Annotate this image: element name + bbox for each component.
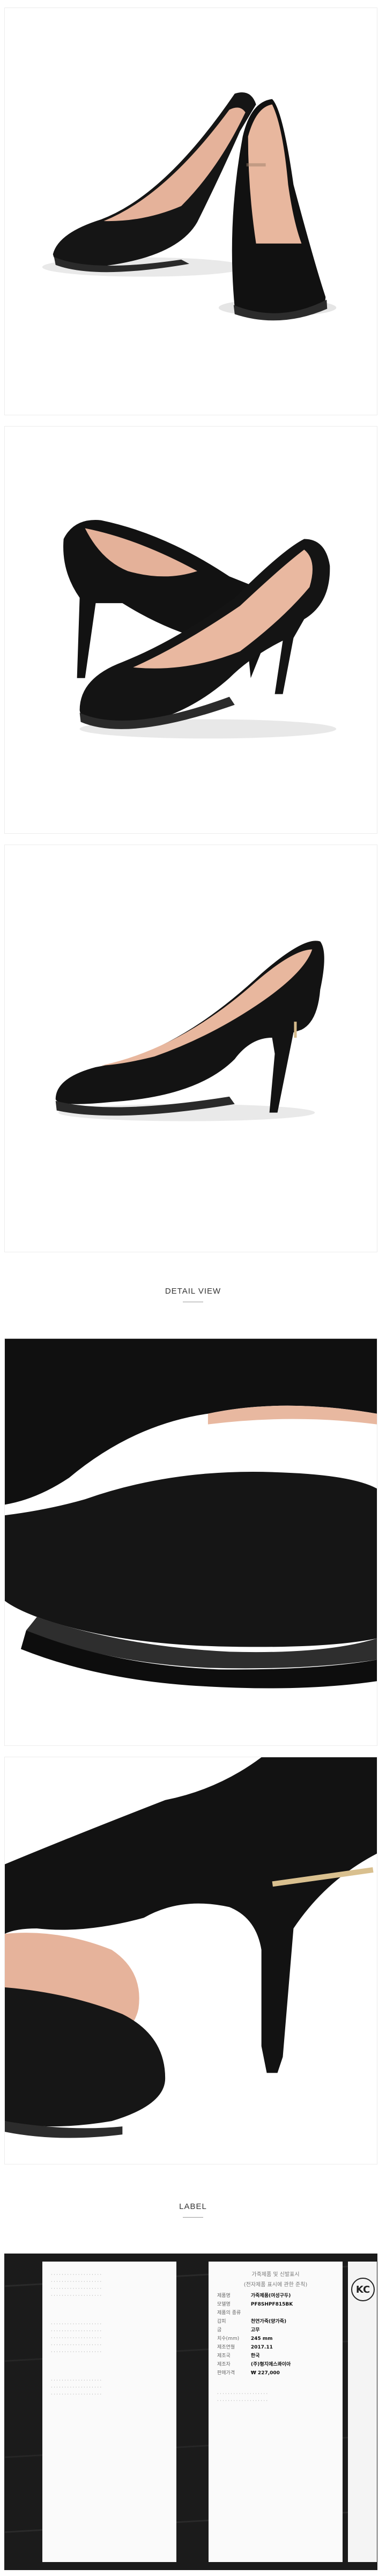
label-fineprint: · · · · · · · · · · · · · · · · · · · (51, 2392, 102, 2397)
label-row: 제품명 가죽제품(여성구두) (217, 2293, 291, 2299)
product-photo-side (4, 845, 377, 1252)
label-header-2: (전자제품 표시에 관한 준칙) (243, 2282, 308, 2288)
label-photo: · · · · · · · · · · · · · · · · · · · · … (4, 2254, 377, 2570)
label-card-left: · · · · · · · · · · · · · · · · · · · · … (42, 2262, 176, 2562)
product-photo-angle-pair (4, 426, 377, 834)
toe-closeup-image (5, 1339, 377, 1745)
label-fineprint: · · · · · · · · · · · · · · · · · · · (51, 2343, 102, 2347)
label-fineprint: · · · · · · · · · · · · · · · · · · · (217, 2398, 268, 2403)
label-fineprint: · · · · · · · · · · · · · · · · · · · (51, 2350, 102, 2354)
kc-certification-icon: KC (351, 2278, 375, 2301)
label-row: 제조자 (주)형지에스콰이아 (217, 2362, 291, 2367)
label-fineprint: · · · · · · · · · · · · · · · · · · · (217, 2391, 268, 2396)
label-heading-divider (183, 2217, 203, 2218)
label-fineprint: · · · · · · · · · · · · · · · · · · · (51, 2322, 102, 2327)
label-card-right: 가죽제품 및 신발표시 (전자제품 표시에 관한 준칙) 제품명 가죽제품(여성… (209, 2262, 343, 2562)
heel-closeup-image (5, 1757, 377, 2164)
label-fineprint: · · · · · · · · · · · · · · · · · · · (51, 2378, 102, 2383)
label-row: 판매가격 ₩ 227,000 (217, 2370, 280, 2376)
label-fineprint: · · · · · · · · · · · · · · · · · · · (51, 2385, 102, 2390)
label-fineprint: · · · · · · · · · · · · · · · · · · · (51, 2286, 102, 2291)
detail-photo-heel (4, 1757, 377, 2164)
label-row: 갑피 천연가죽(양가죽) (217, 2319, 287, 2324)
shoe-pair-angle-image (63, 520, 337, 739)
label-fineprint: · · · · · · · · · · · · · · · · · · · (51, 2272, 102, 2277)
product-photo-front-pair (4, 8, 377, 415)
shoe-side-image (55, 941, 324, 1121)
label-row: 제조국 한국 (217, 2353, 260, 2359)
label-fineprint: · · · · · · · · · · · · · · · · · · · (51, 2329, 102, 2333)
label-card-edge: KC (348, 2262, 377, 2562)
detail-photo-toe (4, 1338, 377, 1746)
label-heading: LABEL (179, 2202, 207, 2211)
label-row: 제품의 종류 (217, 2310, 241, 2316)
label-fineprint: · · · · · · · · · · · · · · · · · · · (51, 2293, 102, 2298)
label-row: 모델명 PF8SHPF815BK (217, 2302, 293, 2307)
shoe-pair-image (42, 92, 337, 321)
label-fineprint: · · · · · · · · · · · · · · · · · · · (51, 2279, 102, 2284)
label-row: 굽 고무 (217, 2328, 260, 2333)
label-fineprint: · · · · · · · · · · · · · · · · · · · (51, 2336, 102, 2340)
detail-view-heading: DETAIL VIEW (165, 1287, 221, 1296)
label-row: 제조연월 2017.11 (217, 2345, 273, 2350)
label-row: 치수(mm) 245 mm (217, 2336, 273, 2342)
label-header-1: 가죽제품 및 신발표시 (251, 2272, 300, 2278)
